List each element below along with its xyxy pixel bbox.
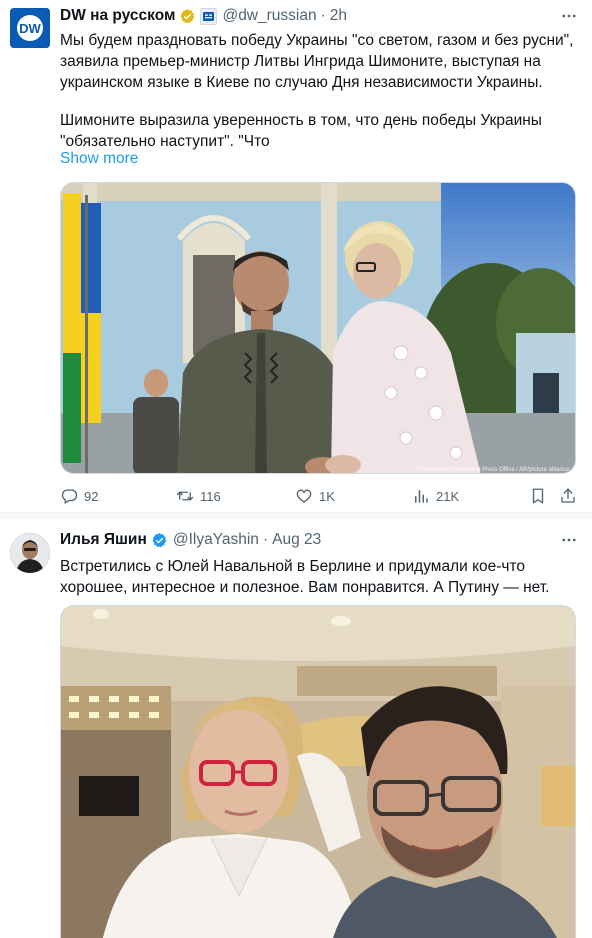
avatar-dw[interactable]: DW [10, 8, 50, 48]
tweet-text: Встретились с Юлей Навальной в Берлине и… [60, 558, 550, 596]
separator-dot: · [262, 531, 269, 548]
separator-dot: · [320, 7, 326, 24]
tweet-ilya-yashin[interactable]: Илья Яшин @IlyaYashin · Aug 23 Встретили… [0, 518, 592, 938]
like-button[interactable]: 1K [295, 487, 335, 505]
bookmark-button[interactable] [529, 487, 547, 505]
retweet-button[interactable]: 116 [176, 487, 221, 505]
tweet-photo-selfie[interactable] [60, 605, 576, 938]
photo-credit: © Ukrainian Presidential Press Office / … [416, 466, 570, 473]
more-options-icon[interactable] [558, 530, 580, 550]
reply-icon [61, 489, 78, 504]
heart-icon [296, 489, 312, 503]
share-button[interactable] [559, 487, 577, 505]
tweet-actions: 92 116 1K 21K [60, 485, 576, 507]
svg-text:DW: DW [19, 21, 41, 36]
show-more-link[interactable]: Show more [60, 150, 138, 168]
handle[interactable]: @IlyaYashin [173, 531, 259, 549]
views-icon [415, 490, 428, 503]
retweet-count: 116 [200, 488, 221, 504]
profile-photo-icon [10, 533, 50, 573]
share-icon [561, 488, 575, 503]
timestamp[interactable]: Aug 23 [272, 531, 321, 549]
views-button[interactable]: 21K [412, 487, 459, 505]
views-count: 21K [436, 488, 460, 504]
bookmark-icon [532, 488, 544, 504]
avatar-yashin[interactable] [10, 533, 50, 573]
dw-logo-icon: DW [10, 8, 50, 48]
like-count: 1K [319, 488, 335, 504]
affiliation-badge-icon[interactable] [200, 7, 218, 25]
tweet-dw-russian[interactable]: DW DW на русском @dw_russian · 2h Мы буд… [0, 0, 592, 513]
display-name[interactable]: Илья Яшин [60, 531, 147, 549]
tweet-photo-zelensky-simonyte[interactable]: © Ukrainian Presidential Press Office / … [60, 182, 576, 474]
tweet-header: DW на русском @dw_russian · 2h [60, 6, 580, 26]
reply-button[interactable]: 92 [60, 487, 98, 505]
handle[interactable]: @dw_russian [222, 7, 316, 25]
blue-verified-badge-icon [152, 532, 167, 547]
tweet-header: Илья Яшин @IlyaYashin · Aug 23 [60, 530, 580, 550]
tweet-text-paragraph-2: Шимоните выразила уверенность в том, что… [60, 112, 542, 150]
more-options-icon[interactable] [558, 6, 580, 26]
retweet-icon [176, 491, 194, 501]
display-name[interactable]: DW на русском [60, 7, 175, 25]
gold-verified-badge-icon [181, 8, 195, 23]
tweet-text-paragraph-1: Мы будем праздновать победу Украины "со … [60, 32, 574, 91]
reply-count: 92 [84, 488, 99, 504]
timestamp[interactable]: 2h [330, 7, 347, 25]
